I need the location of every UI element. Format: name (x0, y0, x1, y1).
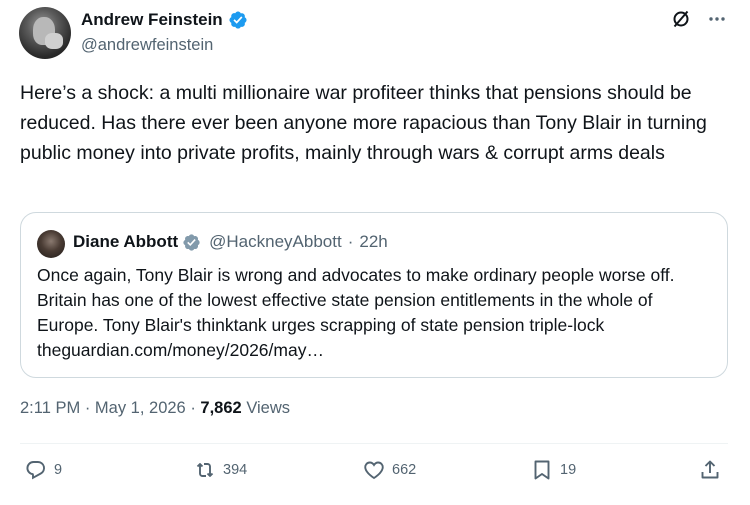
repost-icon (196, 463, 214, 477)
author-handle[interactable]: @andrewfeinstein (81, 36, 213, 55)
views-label: Views (246, 399, 291, 417)
bookmark-icon (534, 460, 550, 480)
repost-button[interactable]: 394 (193, 458, 247, 482)
repost-count: 394 (223, 462, 248, 478)
reply-icon (26, 461, 45, 480)
tweet-time[interactable]: 2:11 PM (20, 399, 80, 417)
tweet-actions: 9 394 662 19 (0, 458, 750, 488)
views-count: 7,862 (200, 399, 242, 417)
author-display-name[interactable]: Andrew Feinstein (81, 10, 223, 30)
author-avatar[interactable] (19, 7, 71, 59)
quoted-tweet-card[interactable]: Diane Abbott @HackneyAbbott · 22h Once a… (20, 212, 728, 378)
quoted-separator: · (347, 232, 354, 251)
quoted-time: 22h (359, 232, 388, 251)
tweet-date[interactable]: May 1, 2026 (95, 399, 186, 417)
meta-separator: · (84, 399, 91, 417)
quoted-tweet-header: Diane Abbott @HackneyAbbott · 22h (73, 232, 388, 252)
tweet-meta: 2:11 PM · May 1, 2026 · 7,862 Views (20, 399, 290, 418)
quoted-verified-badge-icon (183, 233, 200, 251)
meta-separator: · (190, 399, 196, 417)
verified-badge-icon (229, 11, 247, 29)
bookmark-button[interactable]: 19 (530, 458, 576, 482)
tweet-top-actions (670, 8, 728, 30)
quoted-tweet-text: Once again, Tony Blair is wrong and advo… (37, 265, 675, 360)
reply-button[interactable]: 9 (24, 458, 62, 482)
more-icon[interactable] (706, 8, 728, 30)
reply-count: 9 (54, 462, 63, 478)
divider (20, 443, 728, 444)
like-button[interactable]: 662 (362, 458, 416, 482)
tweet-text: Here’s a shock: a multi millionaire war … (20, 82, 707, 164)
grok-icon[interactable] (670, 8, 692, 30)
quoted-author-avatar (37, 230, 65, 258)
share-button[interactable] (698, 458, 722, 482)
quoted-author-handle: @HackneyAbbott (209, 232, 342, 251)
bookmark-count: 19 (560, 462, 577, 478)
quoted-author-display-name: Diane Abbott (73, 232, 179, 251)
like-count: 662 (392, 462, 417, 478)
author-name-row: Andrew Feinstein (81, 10, 248, 30)
heart-icon (364, 461, 384, 480)
share-icon (701, 460, 719, 479)
